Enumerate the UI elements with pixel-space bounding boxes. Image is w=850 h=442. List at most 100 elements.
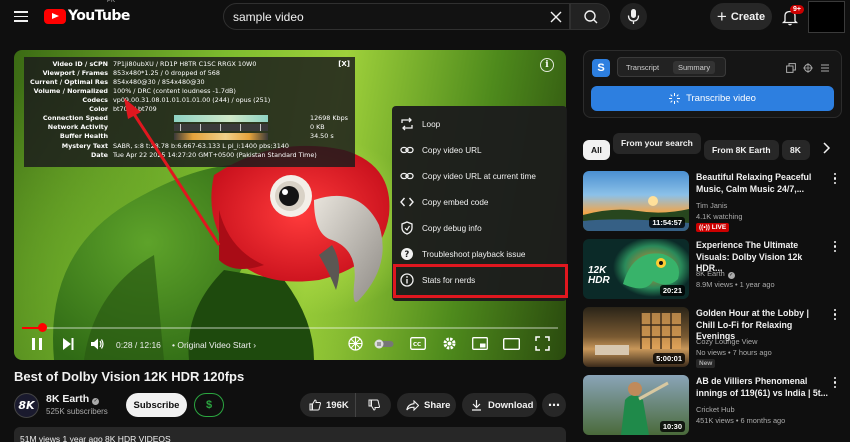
more-options-icon[interactable] xyxy=(833,241,837,254)
progress-track[interactable] xyxy=(22,327,558,329)
subscribe-button[interactable]: Subscribe xyxy=(126,393,187,417)
create-button[interactable]: + Create xyxy=(710,3,772,30)
captions-icon[interactable]: CC xyxy=(410,337,426,350)
recommendation-meta: 4.1K watching xyxy=(696,212,743,221)
stats-for-nerds-highlight-box xyxy=(393,264,568,298)
recommendation-title[interactable]: Beautiful Relaxing Peaceful Music, Calm … xyxy=(696,172,828,195)
account-avatar[interactable] xyxy=(808,1,845,33)
voice-search-button[interactable] xyxy=(620,3,647,30)
top-bar: YouTube PK sample video + Create 9+ xyxy=(0,0,850,34)
video-thumbnail[interactable]: 12K HDR 20:21 xyxy=(583,239,689,299)
recommendation-channel-text: 8K Earth xyxy=(696,269,725,278)
fullscreen-icon[interactable] xyxy=(535,336,550,351)
loop-icon xyxy=(401,117,413,131)
chip-from-your-search[interactable]: From your search xyxy=(613,133,701,154)
scrubber-handle[interactable] xyxy=(38,323,47,332)
next-icon[interactable] xyxy=(61,337,75,351)
channel-avatar-text: 8K xyxy=(18,399,35,412)
verified-icon: ✓ xyxy=(727,272,735,279)
player-controls: 0:28 / 12:16 • Original Video Start › CC xyxy=(14,332,566,358)
context-menu-label: Troubleshoot playback issue xyxy=(422,249,526,259)
dollar-icon: $ xyxy=(205,399,213,411)
volume-icon[interactable] xyxy=(90,337,105,351)
context-menu-item-embed[interactable]: Copy embed code xyxy=(392,189,567,215)
thumbnail-text: 12K HDR xyxy=(588,265,610,286)
video-thumbnail[interactable]: 5:00:01 xyxy=(583,307,689,367)
target-icon[interactable] xyxy=(803,63,813,73)
recommendation-meta: 8.9M views • 1 year ago xyxy=(696,280,775,289)
context-menu-label: Copy video URL at current time xyxy=(422,171,536,181)
thanks-button[interactable]: $ xyxy=(194,393,224,417)
more-options-icon[interactable] xyxy=(833,377,837,390)
copy-icon[interactable] xyxy=(786,63,796,73)
help-icon: ? xyxy=(401,248,413,260)
context-menu-item-debug[interactable]: Copy debug info xyxy=(392,215,567,241)
recommendation-channel[interactable]: Cozy Lounge View xyxy=(696,337,758,346)
share-icon xyxy=(406,399,419,411)
menu-icon[interactable] xyxy=(14,11,28,22)
theater-mode-icon[interactable] xyxy=(503,338,520,350)
search-query-text: sample video xyxy=(233,10,304,24)
menu-lines-icon[interactable] xyxy=(820,63,830,73)
youtube-logo[interactable]: YouTube xyxy=(44,8,130,24)
more-actions-button[interactable]: ⋯ xyxy=(542,393,566,417)
video-meta-line: 51M views 1 year ago 8K HDR VIDEOS xyxy=(20,434,171,442)
live-badge: ((•)) LIVE xyxy=(696,223,730,232)
tab-summary[interactable]: Summary xyxy=(673,61,716,74)
more-options-icon[interactable] xyxy=(833,173,837,186)
extension-tabs: Transcript Summary xyxy=(617,57,726,77)
chip-from-8k-earth[interactable]: From 8K Earth xyxy=(704,140,779,160)
chip-8k[interactable]: 8K xyxy=(782,140,810,160)
more-options-icon[interactable] xyxy=(833,309,837,322)
more-horizontal-icon: ⋯ xyxy=(548,398,560,412)
context-menu-label: Copy embed code xyxy=(422,197,489,207)
recommendation-title[interactable]: AB de Villiers Phenomenal innings of 119… xyxy=(696,376,828,399)
recommendation-channel[interactable]: Cricket Hub xyxy=(696,405,735,414)
dislike-button[interactable] xyxy=(356,393,391,417)
recommendation-channel[interactable]: Tim Janis xyxy=(696,201,727,210)
recommendation-item[interactable]: 5:00:01 Golden Hour at the Lobby | Chill… xyxy=(583,307,848,369)
context-menu-item-loop[interactable]: Loop xyxy=(392,111,567,137)
verified-icon: ✓ xyxy=(92,398,100,405)
like-count: 196K xyxy=(326,399,349,411)
tab-transcript[interactable]: Transcript xyxy=(621,61,664,74)
channel-name[interactable]: 8K Earth ✓ xyxy=(46,393,100,405)
recommendation-item[interactable]: 11:54:57 Beautiful Relaxing Peaceful Mus… xyxy=(583,171,848,233)
share-button[interactable]: Share xyxy=(397,393,456,417)
recommendation-item[interactable]: 10:30 AB de Villiers Phenomenal innings … xyxy=(583,375,848,437)
video-thumbnail[interactable]: 11:54:57 xyxy=(583,171,689,231)
miniplayer-icon[interactable] xyxy=(472,337,488,350)
search-input[interactable]: sample video xyxy=(223,3,570,30)
download-button[interactable]: Download xyxy=(462,393,537,417)
context-menu-label: Copy video URL xyxy=(422,145,482,155)
chevron-right-icon[interactable] xyxy=(820,141,832,155)
recommendation-item[interactable]: 12K HDR 20:21 Experience The Ultimate Vi… xyxy=(583,239,848,301)
thumbs-up-icon xyxy=(309,399,321,411)
search-icon xyxy=(584,10,598,24)
clear-search-icon[interactable] xyxy=(549,10,563,24)
pause-icon[interactable] xyxy=(30,337,44,351)
settings-icon[interactable] xyxy=(442,336,457,351)
autoplay-toggle-icon[interactable] xyxy=(374,339,394,349)
logo-text: YouTube xyxy=(68,8,130,24)
microphone-icon xyxy=(627,9,640,24)
thumbs-down-icon xyxy=(368,399,380,411)
like-button[interactable]: 196K xyxy=(300,393,356,417)
download-label: Download xyxy=(488,399,534,411)
svg-text:CC: CC xyxy=(413,342,421,348)
live-badge-text: LIVE xyxy=(711,224,727,231)
chip-all[interactable]: All xyxy=(583,140,610,160)
plus-icon: + xyxy=(716,7,727,26)
time-display: 0:28 / 12:16 xyxy=(116,340,161,350)
context-menu-item-copy-url-time[interactable]: Copy video URL at current time xyxy=(392,163,567,189)
search-button[interactable] xyxy=(570,3,610,30)
transcribe-video-button[interactable]: Transcribe video xyxy=(591,86,834,111)
recommendation-channel[interactable]: 8K Earth ✓ xyxy=(696,269,735,279)
ambient-mode-icon[interactable] xyxy=(348,336,363,351)
video-thumbnail[interactable]: 10:30 xyxy=(583,375,689,435)
chapter-title[interactable]: • Original Video Start › xyxy=(172,340,256,350)
context-menu-item-copy-url[interactable]: Copy video URL xyxy=(392,137,567,163)
channel-avatar[interactable]: 8K xyxy=(14,393,39,418)
share-label: Share xyxy=(424,399,451,411)
chapter-label: • Original Video Start xyxy=(172,340,251,350)
